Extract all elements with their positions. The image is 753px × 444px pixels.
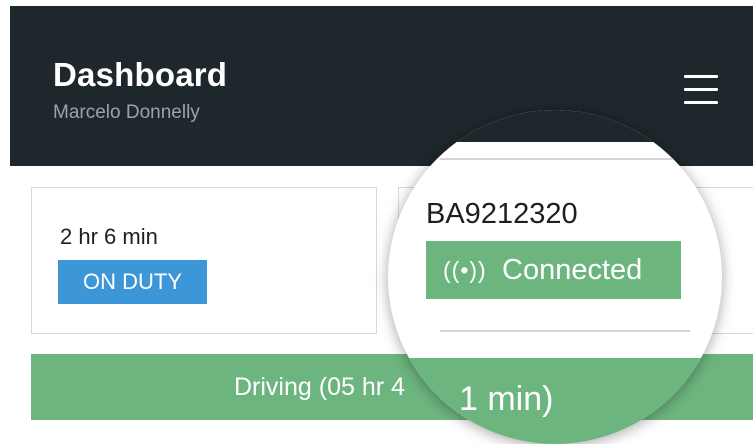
duty-time: 2 hr 6 min: [60, 224, 158, 249]
page-title: Dashboard: [53, 56, 228, 93]
duty-status-badge[interactable]: ON DUTY: [58, 260, 207, 304]
menu-line: [684, 75, 718, 78]
hamburger-menu-icon[interactable]: [682, 73, 720, 107]
duty-status-card[interactable]: 2 hr 6 min ON DUTY: [31, 187, 377, 334]
user-name: Marcelo Donnelly: [53, 102, 200, 123]
driving-status-label: Driving (05 hr 4: [234, 373, 405, 401]
menu-line: [684, 88, 718, 91]
connection-status-badge: ((•)) Connected: [426, 241, 681, 299]
divider: [440, 330, 690, 332]
menu-line: [684, 101, 718, 104]
magnified-driving-bar: 1 min): [388, 358, 722, 444]
signal-broadcast-icon: ((•)): [443, 257, 487, 283]
magnified-header-strip: [388, 110, 722, 142]
connection-status-label: Connected: [502, 254, 643, 286]
divider: [440, 158, 690, 160]
magnifier-lens: BA9212320 ((•)) Connected 1 min): [388, 110, 722, 444]
device-id: BA9212320: [426, 198, 578, 230]
magnified-driving-text: 1 min): [459, 380, 554, 418]
